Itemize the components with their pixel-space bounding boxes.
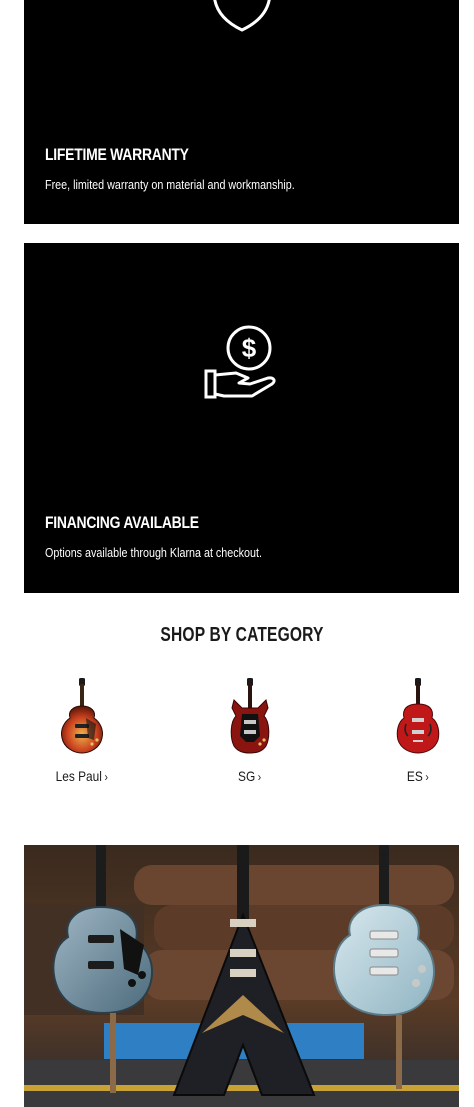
- chevron-right-icon: ›: [425, 770, 429, 784]
- les-paul-guitar-image: [61, 678, 103, 754]
- feature-description: Options available through Klarna at chec…: [45, 546, 262, 560]
- chevron-right-icon: ›: [258, 770, 262, 784]
- es-guitar-image: [396, 678, 440, 754]
- category-label: Les Paul: [55, 768, 103, 784]
- feature-title: FINANCING AVAILABLE: [45, 513, 199, 532]
- category-les-paul[interactable]: Les Paul ›: [27, 678, 137, 786]
- feature-card-financing: $ FINANCING AVAILABLE Options available …: [24, 243, 459, 593]
- hand-dollar-icon: $: [202, 323, 282, 410]
- category-label: ES: [407, 768, 423, 784]
- feature-description: Free, limited warranty on material and w…: [45, 178, 295, 192]
- category-es[interactable]: ES ›: [363, 678, 473, 786]
- shop-by-category-heading: SHOP BY CATEGORY: [160, 624, 324, 646]
- feature-card-warranty: LIFETIME WARRANTY Free, limited warranty…: [24, 0, 459, 224]
- svg-text:$: $: [241, 333, 256, 363]
- feature-title: LIFETIME WARRANTY: [45, 145, 189, 164]
- sg-guitar-image: [230, 678, 270, 754]
- shield-icon: [207, 0, 277, 39]
- chevron-right-icon: ›: [104, 770, 109, 784]
- hero-guitars-image[interactable]: [24, 845, 459, 1107]
- category-label: SG: [238, 768, 256, 784]
- category-sg[interactable]: SG ›: [195, 678, 305, 786]
